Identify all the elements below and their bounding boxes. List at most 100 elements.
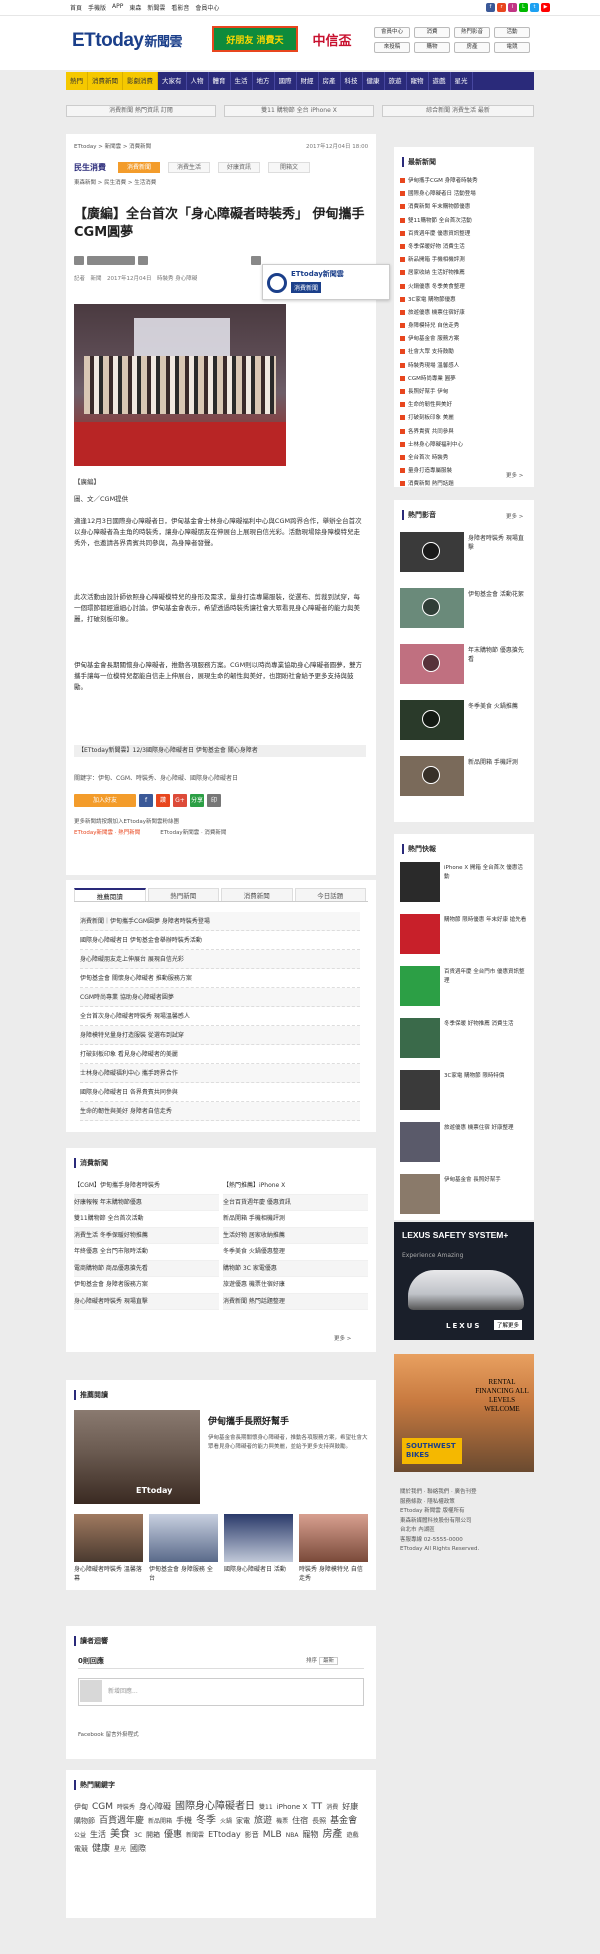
lexus-ad[interactable]: LEXUS SAFETY SYSTEM+ Experience Amazing … <box>394 1222 534 1340</box>
keyword-link[interactable]: 美食 <box>110 1829 130 1840</box>
keyword-link[interactable]: 冬季 <box>196 1815 216 1826</box>
list-item[interactable]: 購物節 3C 家電優惠 <box>223 1260 368 1277</box>
keyword-link[interactable]: 長照 <box>312 1817 326 1825</box>
floating-ad[interactable]: ETtoday新聞雲 消費新聞 <box>262 264 390 300</box>
list-item[interactable]: 打破刻板印象 美麗 <box>400 412 528 425</box>
youtube-icon[interactable]: ▶ <box>541 3 550 12</box>
recommend-item[interactable]: 時裝秀 身障模特兒 自信走秀 <box>299 1514 368 1583</box>
popular-item[interactable]: 冬季保暖 好物推薦 消費生活 <box>400 1018 528 1062</box>
tab-unboxing[interactable]: 開箱文 <box>268 162 310 173</box>
list-item[interactable]: 士林身心障礙福利中心 攜手跨界合作 <box>80 1064 360 1083</box>
list-item[interactable]: 伊甸基金會 關懷身心障礙者 推動服務方案 <box>80 969 360 988</box>
google-plus-icon[interactable]: G+ <box>173 794 187 807</box>
meta-button[interactable] <box>87 256 135 265</box>
tab-today[interactable]: 今日話題 <box>294 888 366 901</box>
list-item[interactable]: 電商購物節 商品優惠搶先看 <box>74 1260 219 1277</box>
bikes-ad[interactable]: RENTAL FINANCING ALL LEVELS WELCOME SOUT… <box>394 1354 534 1472</box>
sub-breadcrumb[interactable]: 東森新聞 > 民生消費 > 生活消費 <box>74 178 156 186</box>
top-link[interactable]: 新聞雲 <box>147 3 165 12</box>
quick-link[interactable]: 消費 <box>414 27 450 38</box>
promo-link[interactable]: 雙11 購物節 全台 iPhone X <box>224 105 374 117</box>
keyword-link[interactable]: 生活 <box>90 1830 106 1839</box>
video-item[interactable]: 伊甸基金會 活動花絮 <box>400 588 528 630</box>
list-item[interactable]: 伊甸攜手CGM 身障者時裝秀 <box>400 175 528 188</box>
list-item[interactable]: 3C家電 購物節優惠 <box>400 294 528 307</box>
keyword-link[interactable]: 影音 <box>245 1831 259 1839</box>
list-item[interactable]: 消費新聞｜伊甸攜手CGM圓夢 身障者時裝秀登場 <box>80 912 360 931</box>
list-item[interactable]: 百貨週年慶 優惠資訊整理 <box>400 228 528 241</box>
facebook-icon[interactable]: f <box>486 3 495 12</box>
instagram-icon[interactable]: i <box>508 3 517 12</box>
keyword-link[interactable]: 3C <box>134 1832 142 1839</box>
quick-link[interactable]: 房產 <box>454 42 490 53</box>
facebook-share-icon[interactable]: f <box>139 794 153 807</box>
list-item[interactable]: 旅遊優惠 機票住宿好康 <box>400 307 528 320</box>
nav-item[interactable]: 科技 <box>341 72 363 90</box>
quick-link[interactable]: 來投稿 <box>374 42 410 53</box>
top-link[interactable]: 手機版 <box>88 3 106 12</box>
list-item[interactable]: 新品開箱 手機相機評測 <box>400 254 528 267</box>
play-icon[interactable] <box>422 710 440 728</box>
play-icon[interactable] <box>422 542 440 560</box>
nav-item[interactable]: 國際 <box>275 72 297 90</box>
list-item[interactable]: 長照好幫手 伊甸 <box>400 386 528 399</box>
keyword-link[interactable]: 寵物 <box>302 1830 318 1839</box>
article-promo-strip[interactable]: 【ETtoday新聞雲】12/3國際身心障礙者日 伊甸基金會 關心身障者 <box>74 745 366 757</box>
list-item[interactable]: 士林身心障礙福利中心 <box>400 439 528 452</box>
header-ad-banner[interactable]: 好朋友 消費天 <box>212 26 298 52</box>
list-item[interactable]: 生活好物 居家收納推薦 <box>223 1227 368 1244</box>
nav-item-hot[interactable]: 熱門 <box>66 72 88 90</box>
list-item[interactable]: 消費新聞 熱門話題 <box>400 478 528 491</box>
list-item[interactable]: 【CGM】伊甸攜手身障者時裝秀 <box>74 1178 219 1195</box>
nav-item-hot[interactable]: 消費新聞 <box>88 72 123 90</box>
quick-link[interactable]: 活動 <box>494 27 530 38</box>
keyword-link[interactable]: 住宿 <box>292 1816 308 1825</box>
tab-hot[interactable]: 熱門新聞 <box>147 888 219 901</box>
keyword-link[interactable]: NBA <box>286 1832 299 1839</box>
list-item[interactable]: 全台首次 時裝秀 <box>400 452 528 465</box>
list-item[interactable]: 伊甸基金會 身障者服務方案 <box>74 1277 219 1294</box>
keyword-link[interactable]: 基金會 <box>330 1816 357 1826</box>
list-item[interactable]: 居家收納 生活好物推薦 <box>400 267 528 280</box>
list-item[interactable]: CGM時尚專業 圓夢 <box>400 373 528 386</box>
meta-button[interactable] <box>74 256 84 265</box>
keyword-link[interactable]: 好康 <box>342 1802 358 1811</box>
keyword-link[interactable]: 機票 <box>276 1818 288 1825</box>
nav-item[interactable]: 體育 <box>209 72 231 90</box>
list-item[interactable]: 國際身心障礙者日 伊甸基金會舉辦時裝秀活動 <box>80 931 360 950</box>
keyword-link[interactable]: 國際身心障礙者日 <box>175 1801 255 1812</box>
top-link[interactable]: 首頁 <box>70 3 82 12</box>
more-link[interactable]: 更多 > <box>506 471 523 479</box>
list-item[interactable]: 雙11購物節 全台首次活動 <box>74 1211 219 1228</box>
popular-item[interactable]: 旅遊優惠 機票住宿 好康整理 <box>400 1122 528 1166</box>
list-item[interactable]: 身障模特兒 自信走秀 <box>400 320 528 333</box>
nav-item[interactable]: 大家有 <box>158 72 187 90</box>
ad-cta-button[interactable]: 了解更多 <box>494 1320 523 1330</box>
list-item[interactable]: 社會大眾 支持鼓勵 <box>400 346 528 359</box>
keyword-link[interactable]: 時裝秀 <box>117 1804 135 1811</box>
keyword-link[interactable]: TT <box>311 1802 322 1812</box>
print-icon[interactable]: 印 <box>207 794 221 807</box>
list-item[interactable]: 國際身心障礙者日 各界貴賓共同參與 <box>80 1083 360 1102</box>
nav-item-hot[interactable]: 影劇消費 <box>123 72 158 90</box>
list-item[interactable]: 各界貴賓 共同參與 <box>400 426 528 439</box>
nav-item[interactable]: 旅遊 <box>385 72 407 90</box>
list-item[interactable]: 冬季保暖好物 消費生活 <box>400 241 528 254</box>
keyword-link[interactable]: 雙11 <box>259 1804 273 1811</box>
tab-consume-news[interactable]: 消費新聞 <box>118 162 160 173</box>
list-item[interactable]: 全台首次身心障礙者時裝秀 現場溫馨感人 <box>80 1007 360 1026</box>
keyword-link[interactable]: 新品開箱 <box>148 1818 172 1825</box>
promo-link[interactable]: 消費新聞 熱門資訊 訂閱 <box>66 105 216 117</box>
list-item[interactable]: 年終優惠 全台門市限時活動 <box>74 1244 219 1261</box>
list-item[interactable]: 生命的韌性與美好 身障者自信走秀 <box>80 1102 360 1121</box>
list-item[interactable]: 火鍋優惠 冬季美食整理 <box>400 281 528 294</box>
video-item[interactable]: 年末購物節 優惠搶先看 <box>400 644 528 686</box>
keyword-link[interactable]: 房產 <box>322 1829 342 1840</box>
top-link[interactable]: 東森 <box>129 3 141 12</box>
keyword-link[interactable]: 火鍋 <box>220 1818 232 1825</box>
fan-page-text[interactable]: 更多新聞請按讚加入ETtoday新聞雲粉絲團 <box>74 817 179 825</box>
list-item[interactable]: CGM時尚專業 協助身心障礙者圓夢 <box>80 988 360 1007</box>
list-item[interactable]: 身心障礙朋友走上伸展台 展現自信光彩 <box>80 950 360 969</box>
list-item[interactable]: 消費生活 冬季保暖好物推薦 <box>74 1227 219 1244</box>
recommend-feature-image[interactable]: ETtoday <box>74 1410 200 1504</box>
